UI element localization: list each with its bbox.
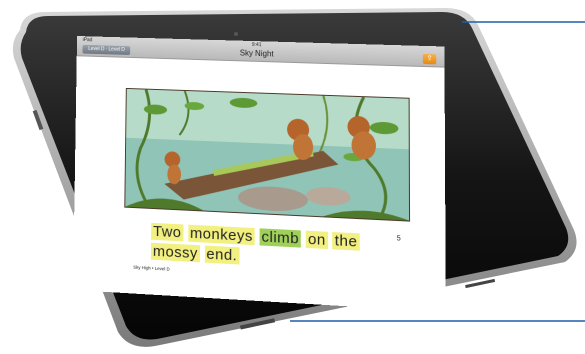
story-word[interactable]: end. (204, 246, 239, 265)
story-word-highlighted[interactable]: climb (259, 228, 301, 247)
scene: iPad 9:41 Level D · Level D Sky Night ⇪ (0, 0, 585, 354)
page-number: 5 (397, 235, 401, 242)
story-word[interactable]: mossy (151, 243, 200, 263)
story-word[interactable]: on (306, 231, 328, 249)
share-icon[interactable]: ⇪ (423, 54, 436, 64)
story-word[interactable]: monkeys (188, 225, 255, 246)
story-illustration (124, 88, 410, 222)
camera-icon (234, 32, 238, 36)
story-text: Two monkeys climb on the mossy end. (151, 222, 371, 274)
status-carrier: iPad (83, 37, 93, 43)
story-word[interactable]: Two (151, 223, 183, 242)
status-time: 9:41 (252, 42, 262, 48)
jungle-illustration (125, 89, 409, 221)
story-word[interactable]: the (333, 232, 360, 251)
tablet-screen: iPad 9:41 Level D · Level D Sky Night ⇪ (73, 36, 446, 312)
page-footer: Sky High • Level D (133, 265, 169, 272)
